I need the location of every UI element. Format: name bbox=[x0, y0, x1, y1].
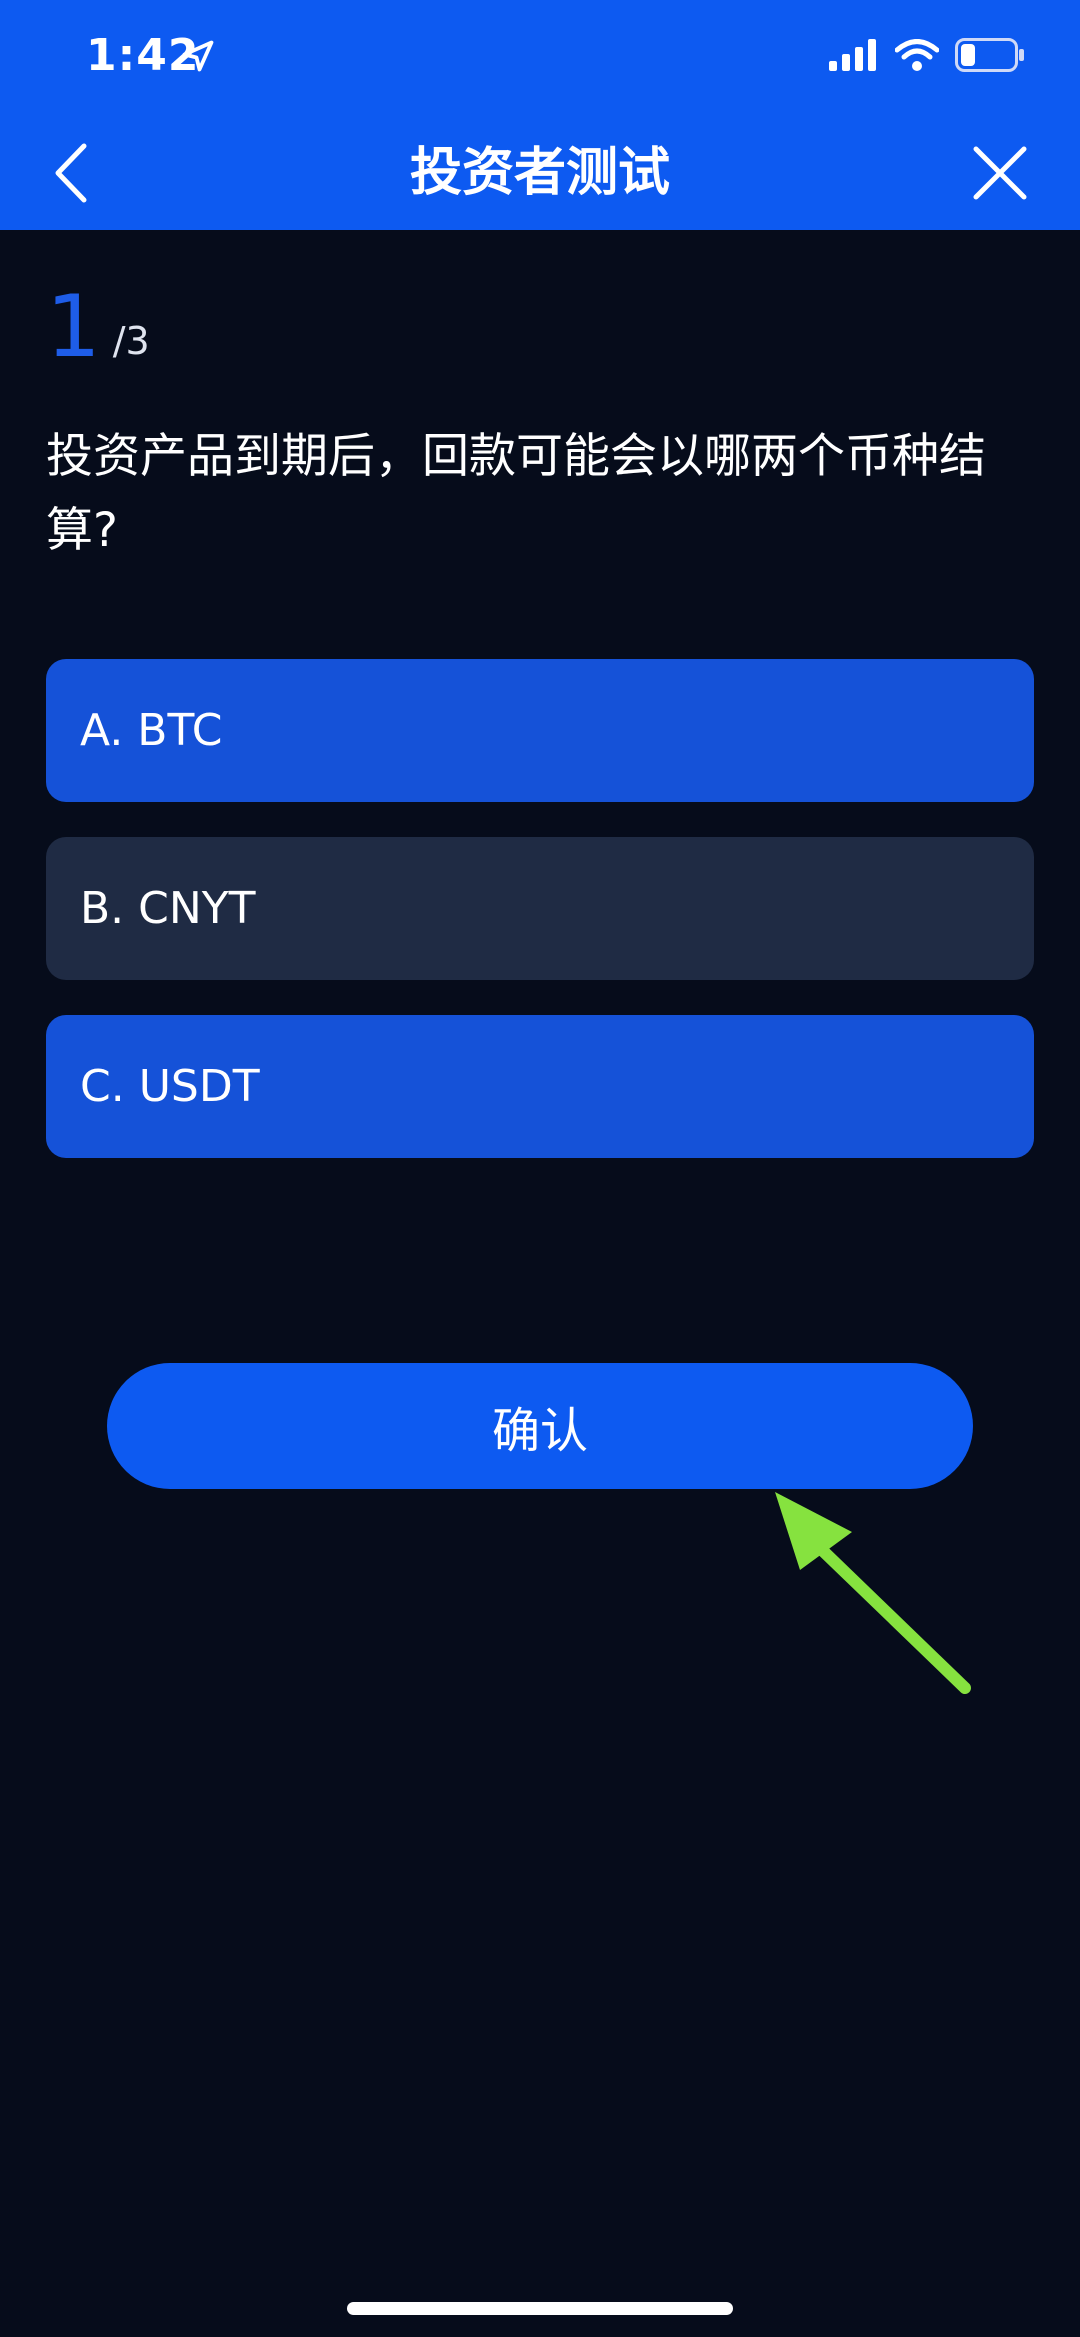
question-progress: 1 /3 bbox=[46, 282, 150, 372]
question-text: 投资产品到期后，回款可能会以哪两个币种结算? bbox=[46, 429, 986, 558]
annotation-arrow-icon bbox=[775, 1492, 971, 1694]
option-label: C. USDT bbox=[80, 1061, 260, 1112]
wifi-icon bbox=[895, 39, 939, 71]
option-label: A. BTC bbox=[80, 705, 223, 756]
home-indicator bbox=[347, 2302, 733, 2315]
status-icons bbox=[829, 38, 1025, 72]
option-b[interactable]: B. CNYT bbox=[46, 837, 1034, 980]
app-header: 1:42 投资者测试 bbox=[0, 0, 1080, 230]
cellular-signal-icon bbox=[829, 39, 876, 71]
progress-current: 1 bbox=[46, 277, 101, 377]
option-c[interactable]: C. USDT bbox=[46, 1015, 1034, 1158]
close-icon bbox=[973, 146, 1027, 200]
location-arrow-icon bbox=[182, 40, 214, 72]
battery-icon bbox=[955, 38, 1024, 72]
option-a[interactable]: A. BTC bbox=[46, 659, 1034, 802]
confirm-button[interactable]: 确认 bbox=[107, 1363, 973, 1489]
answer-options: A. BTC B. CNYT C. USDT bbox=[46, 659, 1034, 1193]
close-button[interactable] bbox=[970, 143, 1030, 203]
page-title: 投资者测试 bbox=[409, 143, 670, 203]
progress-total: /3 bbox=[112, 319, 150, 363]
option-label: B. CNYT bbox=[80, 883, 256, 934]
